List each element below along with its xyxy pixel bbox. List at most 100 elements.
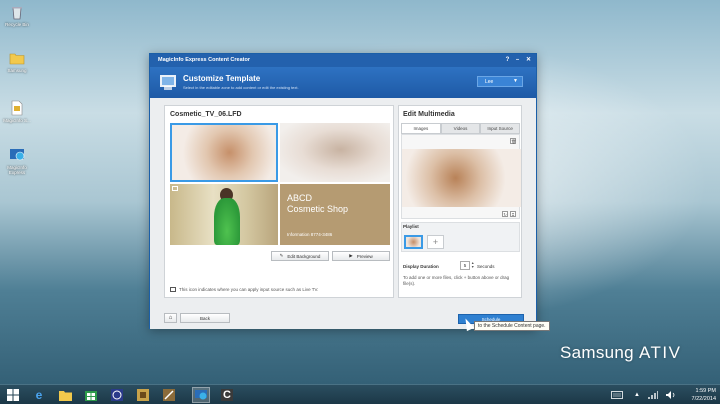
taskbar-store[interactable] xyxy=(82,387,100,403)
zone-image-1[interactable] xyxy=(170,123,278,182)
folder-icon xyxy=(9,53,25,65)
preview-button[interactable]: ▶ Preview xyxy=(332,251,390,261)
model-dress xyxy=(214,198,240,245)
schedule-tooltip: to the Schedule Content page. xyxy=(474,321,550,331)
language-dropdown[interactable]: Lee ▼ xyxy=(477,76,523,87)
taskbar-app-help[interactable] xyxy=(108,387,126,403)
desktop-icon-label: MagicInfo Express xyxy=(7,165,27,175)
add-file-button[interactable]: + xyxy=(427,235,444,249)
edit-background-label: Edit Background xyxy=(287,253,321,259)
keyboard-tray[interactable] xyxy=(608,387,626,403)
tools-app-icon xyxy=(163,389,175,401)
play-icon: ▶ xyxy=(349,253,353,258)
window-title: MagicInfo Express Content Creator xyxy=(158,57,250,63)
preview-image xyxy=(402,149,521,207)
tab-images[interactable]: Images xyxy=(401,123,441,133)
taskbar: e C ▲ 1:59 PM 7/22/2014 xyxy=(0,384,720,404)
template-icon xyxy=(160,75,176,90)
display-duration-label: Display Duration xyxy=(403,264,439,269)
back-button[interactable]: Back xyxy=(180,313,230,323)
content-creator-window: MagicInfo Express Content Creator ? – ✕ … xyxy=(149,53,537,329)
template-panel: Cosmetic_TV_06.LFD ABCD Cosmetic Shop In… xyxy=(164,105,394,298)
media-tabs: Images Videos Input Source xyxy=(401,123,521,134)
windows-icon xyxy=(7,389,19,401)
selection-outline xyxy=(170,123,278,182)
duration-stepper[interactable]: ▲ ▼ xyxy=(471,261,476,270)
window-header: Customize Template Select in the editabl… xyxy=(150,67,536,98)
store-icon xyxy=(85,391,97,401)
clock-date: 7/22/2014 xyxy=(691,396,716,402)
zone-input-source[interactable] xyxy=(170,184,278,245)
media-app-icon xyxy=(137,389,149,401)
help-button[interactable]: ? xyxy=(503,56,512,65)
playlist-thumbnail[interactable] xyxy=(404,235,423,249)
minimize-button[interactable]: – xyxy=(513,56,522,65)
language-value: Lee xyxy=(485,79,494,85)
c-app-icon: C xyxy=(221,389,233,401)
taskbar-magicinfo[interactable] xyxy=(192,387,210,403)
zone-image-2[interactable] xyxy=(280,123,390,182)
tab-videos[interactable]: Videos xyxy=(440,123,481,133)
network-icon xyxy=(648,391,658,399)
samsung-ativ-brand: Samsung ATIV xyxy=(560,343,681,363)
taskbar-ie[interactable]: e xyxy=(30,387,48,403)
taskbar-app-c[interactable]: C xyxy=(218,387,236,403)
playlist-title: Playlist xyxy=(403,224,419,229)
crop-icon[interactable]: ⌗ xyxy=(510,211,516,217)
start-button[interactable] xyxy=(4,387,22,403)
clock-time: 1:59 PM xyxy=(695,388,716,394)
pencil-icon: ✎ xyxy=(279,253,284,258)
desktop-icon-label: Samsung xyxy=(7,68,27,73)
duration-unit: Seconds xyxy=(477,264,495,269)
recycle-bin-icon xyxy=(12,7,22,20)
desktop-icon-magicinfo-express[interactable]: MagicInfo Express xyxy=(2,147,32,175)
zone-text[interactable]: ABCD Cosmetic Shop Information 8774-3486 xyxy=(280,184,390,245)
document-icon xyxy=(11,100,23,116)
chevron-up-icon: ▲ xyxy=(634,392,640,398)
panel-title: Edit Multimedia xyxy=(403,111,455,118)
file-name: Cosmetic_TV_06.LFD xyxy=(170,111,242,118)
brand-name: ATIV xyxy=(638,343,682,362)
input-source-hint: This icon indicates where you can apply … xyxy=(170,287,318,292)
speaker-icon xyxy=(666,391,675,399)
volume-tray[interactable] xyxy=(662,387,680,403)
home-button[interactable]: ⌂ xyxy=(164,313,177,323)
keyboard-icon xyxy=(611,391,623,399)
taskbar-explorer[interactable] xyxy=(56,387,74,403)
template-text-line2: Cosmetic Shop xyxy=(287,204,349,214)
preview-label: Preview xyxy=(356,253,373,259)
hint-text: This icon indicates where you can apply … xyxy=(179,287,319,292)
folder-icon xyxy=(58,390,72,401)
edit-background-button[interactable]: ✎ Edit Background xyxy=(271,251,329,261)
ie-icon: e xyxy=(35,388,43,402)
help-app-icon xyxy=(111,389,123,401)
template-text-line1: ABCD xyxy=(287,193,313,203)
magicinfo-icon xyxy=(10,149,25,161)
window-titlebar: MagicInfo Express Content Creator ? – ✕ xyxy=(150,54,536,67)
template-canvas: ABCD Cosmetic Shop Information 8774-3486 xyxy=(170,123,390,245)
input-source-icon xyxy=(170,287,176,292)
rotate-icon[interactable]: ↻ xyxy=(502,211,508,217)
add-files-hint: To add one or more files, click + button… xyxy=(403,275,510,286)
chevron-down-icon: ▼ xyxy=(513,78,518,84)
system-clock[interactable]: 1:59 PM 7/22/2014 xyxy=(692,387,716,403)
media-preview: 🗑 ↻ ⌗ xyxy=(401,134,521,219)
duration-input[interactable]: 5 xyxy=(460,261,470,270)
input-source-icon xyxy=(172,186,178,191)
page-subtitle: Select in the editable zone to add conte… xyxy=(183,85,299,90)
template-text-info: Information 8774-3486 xyxy=(287,232,333,237)
network-tray[interactable] xyxy=(644,387,662,403)
desktop-icon-samsung[interactable]: Samsung xyxy=(2,50,32,73)
window-body: Cosmetic_TV_06.LFD ABCD Cosmetic Shop In… xyxy=(150,98,536,329)
taskbar-app-media[interactable] xyxy=(134,387,152,403)
desktop-icon-label: Recycle Bin xyxy=(5,22,29,27)
desktop-icon-recycle-bin[interactable]: Recycle Bin xyxy=(2,4,32,27)
brand-prefix: Samsung xyxy=(560,343,634,362)
trash-icon[interactable]: 🗑 xyxy=(510,138,516,144)
close-button[interactable]: ✕ xyxy=(524,56,533,65)
desktop-icon-magicinfo-s[interactable]: MagicInfo S... xyxy=(2,100,32,123)
tab-input-source[interactable]: Input Source xyxy=(480,123,521,133)
magicinfo-icon xyxy=(195,390,207,400)
taskbar-app-tools[interactable] xyxy=(160,387,178,403)
page-title: Customize Template xyxy=(183,74,261,83)
